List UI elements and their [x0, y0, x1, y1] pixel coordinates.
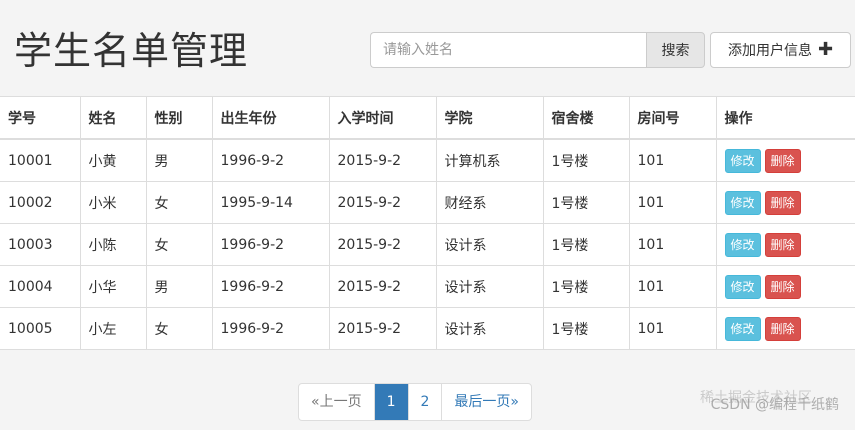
- cell-dorm: 1号楼: [542, 138, 630, 182]
- table-row: 10005 小左 女 1996-9-2 2015-9-2 设计系 1号楼 101…: [0, 307, 855, 350]
- search-group: 搜索: [370, 32, 705, 68]
- cell-enroll: 2015-9-2: [328, 265, 437, 308]
- column-header-college: 学院: [435, 96, 544, 140]
- last-page-link[interactable]: 最后一页»: [442, 384, 531, 420]
- column-header-name: 姓名: [79, 96, 147, 140]
- cell-name: 小黄: [79, 138, 147, 182]
- cell-name: 小陈: [79, 223, 147, 266]
- cell-id: 10001: [0, 138, 81, 182]
- cell-birth: 1996-9-2: [211, 223, 330, 266]
- delete-button[interactable]: 删除: [764, 148, 801, 173]
- cell-room: 101: [628, 181, 717, 224]
- table-header-row: 学号 姓名 性别 出生年份 入学时间 学院 宿舍楼 房间号 操作: [0, 96, 855, 140]
- cell-enroll: 2015-9-2: [328, 307, 437, 350]
- cell-name: 小华: [79, 265, 147, 308]
- cell-actions: 修改 删除: [715, 223, 855, 266]
- cell-college: 设计系: [435, 265, 544, 308]
- page-link-2[interactable]: 2: [409, 384, 443, 420]
- table-row: 10002 小米 女 1995-9-14 2015-9-2 财经系 1号楼 10…: [0, 181, 855, 224]
- prev-page-link[interactable]: «上一页: [299, 384, 375, 420]
- column-header-enroll: 入学时间: [328, 96, 437, 140]
- edit-button[interactable]: 修改: [724, 232, 761, 257]
- student-table-container: 学号 姓名 性别 出生年份 入学时间 学院 宿舍楼 房间号 操作 10001 小…: [0, 96, 855, 350]
- cell-actions: 修改 删除: [715, 181, 855, 224]
- cell-gender: 男: [145, 138, 213, 182]
- cell-dorm: 1号楼: [542, 307, 630, 350]
- add-user-button[interactable]: 添加用户信息 ✚: [710, 32, 851, 68]
- cell-college: 财经系: [435, 181, 544, 224]
- cell-enroll: 2015-9-2: [328, 138, 437, 182]
- cell-gender: 男: [145, 265, 213, 308]
- cell-enroll: 2015-9-2: [328, 181, 437, 224]
- watermark: CSDN @编程千纸鹤: [710, 397, 839, 413]
- cell-gender: 女: [145, 223, 213, 266]
- cell-name: 小左: [79, 307, 147, 350]
- column-header-id: 学号: [0, 96, 81, 140]
- edit-button[interactable]: 修改: [724, 148, 761, 173]
- student-table: 学号 姓名 性别 出生年份 入学时间 学院 宿舍楼 房间号 操作 10001 小…: [0, 96, 855, 350]
- column-header-actions: 操作: [715, 96, 855, 140]
- cell-birth: 1996-9-2: [211, 138, 330, 182]
- column-header-dorm: 宿舍楼: [542, 96, 630, 140]
- cell-college: 计算机系: [435, 138, 544, 182]
- delete-button[interactable]: 删除: [764, 316, 801, 341]
- add-user-label: 添加用户信息: [727, 43, 812, 59]
- cell-dorm: 1号楼: [542, 265, 630, 308]
- cell-id: 10002: [0, 181, 81, 224]
- search-button[interactable]: 搜索: [646, 32, 705, 68]
- plus-icon: ✚: [817, 39, 834, 60]
- cell-room: 101: [628, 138, 717, 182]
- page-link-1[interactable]: 1: [374, 384, 409, 420]
- cell-gender: 女: [145, 181, 213, 224]
- page-header: 学生名单管理 搜索 添加用户信息 ✚: [0, 0, 855, 96]
- cell-actions: 修改 删除: [715, 138, 855, 182]
- table-row: 10001 小黄 男 1996-9-2 2015-9-2 计算机系 1号楼 10…: [0, 138, 855, 182]
- cell-room: 101: [628, 223, 717, 266]
- column-header-birth: 出生年份: [211, 96, 330, 140]
- cell-dorm: 1号楼: [542, 223, 630, 266]
- page-title: 学生名单管理: [14, 29, 249, 73]
- edit-button[interactable]: 修改: [724, 316, 761, 341]
- search-input[interactable]: [370, 32, 646, 68]
- edit-button[interactable]: 修改: [724, 190, 761, 215]
- pagination: «上一页 1 2 最后一页»: [298, 383, 532, 421]
- cell-enroll: 2015-9-2: [328, 223, 437, 266]
- delete-button[interactable]: 删除: [764, 274, 801, 299]
- cell-actions: 修改 删除: [715, 307, 855, 350]
- cell-birth: 1996-9-2: [211, 265, 330, 308]
- cell-id: 10005: [0, 307, 81, 350]
- cell-birth: 1995-9-14: [211, 181, 330, 224]
- delete-button[interactable]: 删除: [764, 232, 801, 257]
- edit-button[interactable]: 修改: [724, 274, 761, 299]
- cell-id: 10003: [0, 223, 81, 266]
- cell-birth: 1996-9-2: [211, 307, 330, 350]
- delete-button[interactable]: 删除: [764, 190, 801, 215]
- table-row: 10004 小华 男 1996-9-2 2015-9-2 设计系 1号楼 101…: [0, 265, 855, 308]
- column-header-gender: 性别: [145, 96, 213, 140]
- cell-room: 101: [628, 307, 717, 350]
- cell-id: 10004: [0, 265, 81, 308]
- cell-room: 101: [628, 265, 717, 308]
- cell-gender: 女: [145, 307, 213, 350]
- cell-name: 小米: [79, 181, 147, 224]
- column-header-room: 房间号: [628, 96, 717, 140]
- cell-actions: 修改 删除: [715, 265, 855, 308]
- table-row: 10003 小陈 女 1996-9-2 2015-9-2 设计系 1号楼 101…: [0, 223, 855, 266]
- cell-college: 设计系: [435, 223, 544, 266]
- cell-college: 设计系: [435, 307, 544, 350]
- cell-dorm: 1号楼: [542, 181, 630, 224]
